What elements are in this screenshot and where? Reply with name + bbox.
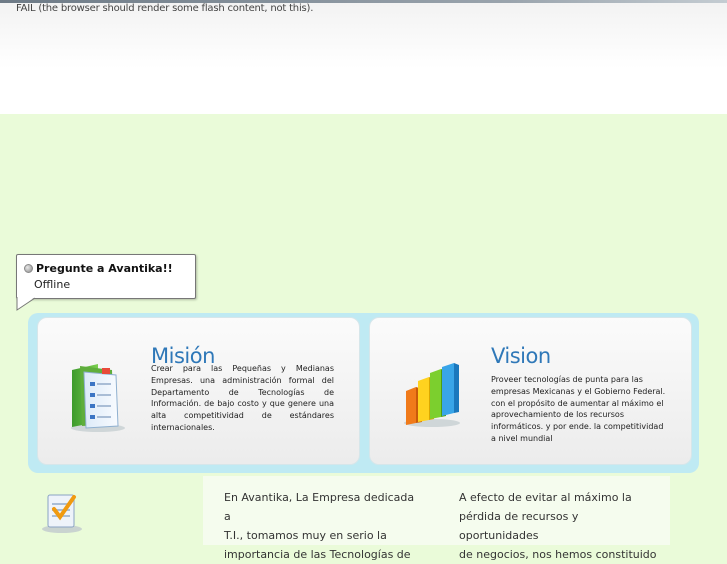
bar-chart-icon (404, 363, 460, 427)
chat-title[interactable]: Pregunte a Avantika!! (24, 262, 173, 275)
status-dot-icon (24, 264, 33, 273)
header-bar: FAIL (the browser should render some fla… (0, 0, 727, 114)
vision-card: Vision Proveer tecnologías de punta para… (369, 317, 692, 465)
intro-column-1: En Avantika, La Empresa dedicada a T.I.,… (224, 488, 419, 564)
intro-line: de negocios, nos hemos constituido (459, 548, 657, 561)
intro-line: importancia de las Tecnologías de (224, 548, 411, 561)
chat-title-label: Pregunte a Avantika!! (36, 262, 173, 275)
vision-text: Proveer tecnologías de punta para las em… (491, 375, 666, 443)
intro-line: T.I., tomamos muy en serio la (224, 529, 387, 542)
chat-widget[interactable]: Pregunte a Avantika!! Offline (16, 254, 196, 311)
intro-line: En Avantika, La Empresa dedicada a (224, 491, 415, 523)
mission-vision-panel: Misión Crear para las Pequeñas y Mediana… (28, 313, 699, 473)
flash-fallback-text: FAIL (the browser should render some fla… (16, 3, 314, 14)
vision-title: Vision (491, 344, 551, 368)
books-icon (71, 364, 125, 432)
mision-text: Crear para las Pequeñas y Medianas Empre… (151, 364, 334, 432)
intro-line: pérdida de recursos y oportunidades (459, 510, 579, 542)
mision-card: Misión Crear para las Pequeñas y Mediana… (37, 317, 360, 465)
intro-line: A efecto de evitar al máximo la (459, 491, 632, 504)
chat-bubble-tail (16, 297, 36, 311)
intro-column-2: A efecto de evitar al máximo la pérdida … (459, 488, 659, 564)
chat-status: Offline (34, 278, 71, 291)
checklist-icon (42, 494, 82, 533)
